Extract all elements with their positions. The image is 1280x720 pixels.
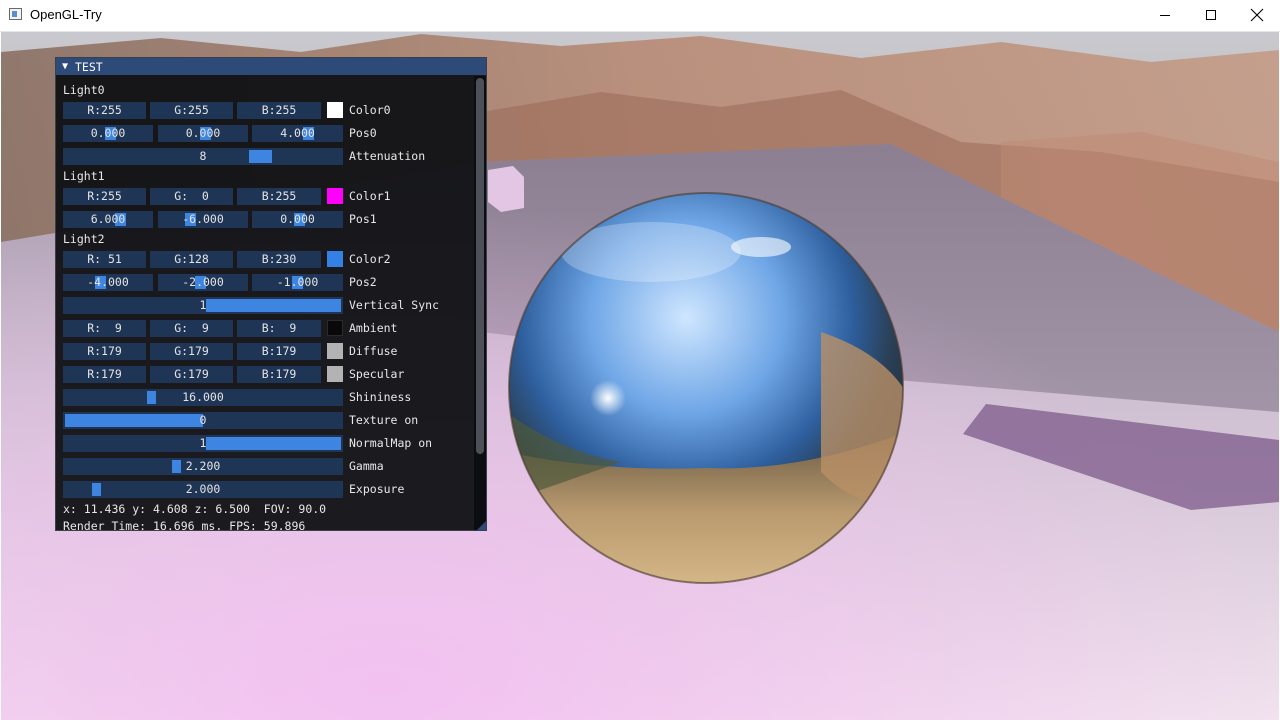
diffuse-r[interactable]: R:179 xyxy=(63,343,146,360)
diffuse-b[interactable]: B:179 xyxy=(237,343,321,360)
maximize-button[interactable] xyxy=(1188,0,1234,31)
light2-pos-label: Pos2 xyxy=(349,275,377,289)
light0-color-r[interactable]: R:255 xyxy=(63,102,146,119)
light2-color-r[interactable]: R: 51 xyxy=(63,251,146,268)
light1-pos-y[interactable]: -6.000 xyxy=(158,211,248,228)
test-panel[interactable]: ▼ TEST Light0 R:255 G:255 B:255 Color0 0… xyxy=(55,57,487,531)
ambient-swatch[interactable] xyxy=(327,320,343,336)
panel-header[interactable]: ▼ TEST xyxy=(56,58,486,75)
panel-scrollbar[interactable] xyxy=(474,76,486,530)
light1-pos-z[interactable]: 0.000 xyxy=(252,211,343,228)
diffuse-g[interactable]: G:179 xyxy=(150,343,233,360)
light1-color-r[interactable]: R:255 xyxy=(63,188,146,205)
collapse-triangle-icon[interactable]: ▼ xyxy=(62,61,68,72)
light0-color-label: Color0 xyxy=(349,103,391,117)
light0-pos-x[interactable]: 0.000 xyxy=(63,125,153,142)
light2-pos-y[interactable]: -2.000 xyxy=(158,274,248,291)
scrollbar-thumb[interactable] xyxy=(476,78,484,454)
ambient-g[interactable]: G: 9 xyxy=(150,320,233,337)
vsync-slider[interactable]: 1 xyxy=(63,297,343,314)
light1-color-swatch[interactable] xyxy=(327,188,343,204)
close-icon xyxy=(1250,8,1264,22)
exposure-slider[interactable]: 2.000 xyxy=(63,481,343,498)
light1-pos-label: Pos1 xyxy=(349,212,377,226)
ambient-b[interactable]: B: 9 xyxy=(237,320,321,337)
render-status: Render Time: 16.696 ms, FPS: 59.896 xyxy=(63,519,306,531)
specular-r[interactable]: R:179 xyxy=(63,366,146,383)
light0-color-b[interactable]: B:255 xyxy=(237,102,321,119)
light0-pos-z[interactable]: 4.000 xyxy=(252,125,343,142)
normalmap-label: NormalMap on xyxy=(349,436,433,450)
gamma-label: Gamma xyxy=(349,459,384,473)
ambient-r[interactable]: R: 9 xyxy=(63,320,146,337)
exposure-label: Exposure xyxy=(349,482,405,496)
resize-grip[interactable] xyxy=(477,521,486,530)
attenuation-label: Attenuation xyxy=(349,149,426,163)
specular-g[interactable]: G:179 xyxy=(150,366,233,383)
specular-swatch[interactable] xyxy=(327,366,343,382)
shininess-label: Shininess xyxy=(349,390,412,404)
light1-pos-x[interactable]: 6.000 xyxy=(63,211,153,228)
light1-header: Light1 xyxy=(63,169,105,183)
light2-color-label: Color2 xyxy=(349,252,391,266)
light0-pos-label: Pos0 xyxy=(349,126,377,140)
shininess-slider[interactable]: 16.000 xyxy=(63,389,343,406)
maximize-icon xyxy=(1206,10,1216,20)
texture-slider[interactable]: 0 xyxy=(63,412,343,429)
gamma-slider[interactable]: 2.200 xyxy=(63,458,343,475)
light0-header: Light0 xyxy=(63,83,105,97)
close-button[interactable] xyxy=(1234,0,1280,31)
app-icon xyxy=(9,8,22,20)
light1-color-label: Color1 xyxy=(349,189,391,203)
camera-status: x: 11.436 y: 4.608 z: 6.500 FOV: 90.0 xyxy=(63,502,327,516)
light0-pos-y[interactable]: 0.000 xyxy=(158,125,248,142)
light2-color-g[interactable]: G:128 xyxy=(150,251,233,268)
window-titlebar[interactable]: OpenGL-Try xyxy=(0,0,1280,32)
light2-color-swatch[interactable] xyxy=(327,251,343,267)
light0-color-g[interactable]: G:255 xyxy=(150,102,233,119)
texture-label: Texture on xyxy=(349,413,419,427)
light1-color-g[interactable]: G: 0 xyxy=(150,188,233,205)
light2-color-b[interactable]: B:230 xyxy=(237,251,321,268)
light1-color-b[interactable]: B:255 xyxy=(237,188,321,205)
minimize-icon xyxy=(1160,15,1170,16)
minimize-button[interactable] xyxy=(1142,0,1188,31)
specular-b[interactable]: B:179 xyxy=(237,366,321,383)
specular-label: Specular xyxy=(349,367,405,381)
ambient-label: Ambient xyxy=(349,321,398,335)
light2-pos-x[interactable]: -4.000 xyxy=(63,274,153,291)
light2-pos-z[interactable]: -1.000 xyxy=(252,274,343,291)
light2-header: Light2 xyxy=(63,232,105,246)
diffuse-swatch[interactable] xyxy=(327,343,343,359)
attenuation-slider[interactable]: 8 xyxy=(63,148,343,165)
light0-color-swatch[interactable] xyxy=(327,102,343,118)
window-title: OpenGL-Try xyxy=(30,7,102,22)
normalmap-slider[interactable]: 1 xyxy=(63,435,343,452)
vsync-label: Vertical Sync xyxy=(349,298,440,312)
diffuse-label: Diffuse xyxy=(349,344,398,358)
panel-title: TEST xyxy=(75,60,103,74)
